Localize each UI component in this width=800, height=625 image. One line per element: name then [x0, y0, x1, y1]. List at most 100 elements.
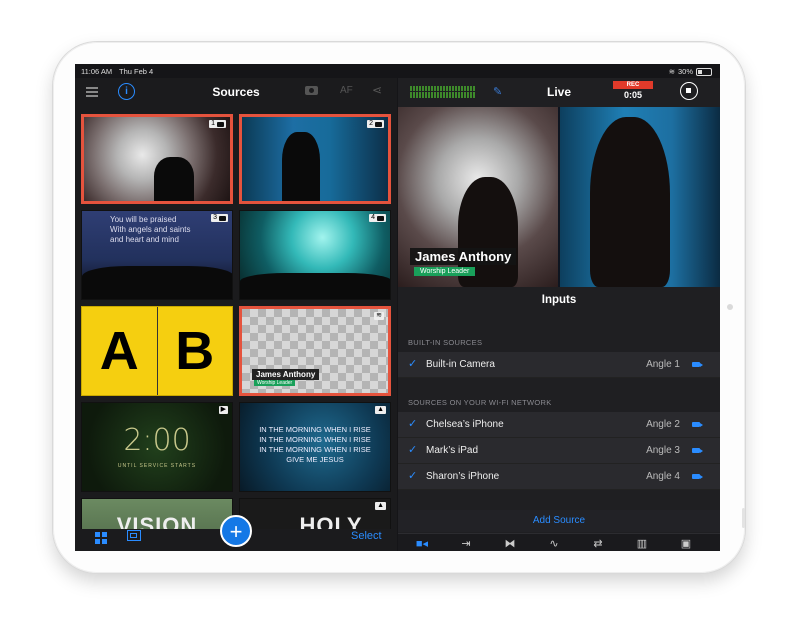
input-angle: Angle 3 [646, 445, 680, 456]
ab-split: A B [82, 307, 232, 395]
share-icon[interactable]: ⋖ [372, 83, 382, 97]
camera-icon[interactable] [305, 86, 318, 95]
inputs-title: Inputs [541, 294, 577, 306]
live-panel: ✎ Live REC 0:05 James Anthony Worship Le… [398, 78, 720, 551]
stop-icon[interactable] [680, 82, 698, 100]
tile-badge: ▶ [218, 406, 228, 414]
guitarist-silhouette [282, 132, 320, 201]
letter-b: B [175, 321, 215, 381]
input-name: Built-in Camera [426, 359, 495, 370]
crowd-silhouette [240, 273, 390, 299]
live-tab-bar: ■◂ ⇥ ⧓ ∿ ⇄ ▥ ▣ [398, 533, 720, 551]
wifi-header: SOURCES ON YOUR WI-FI NETWORK [408, 398, 552, 407]
tile-badge: 3 [211, 214, 228, 222]
switch-camera-icon[interactable]: ⇄ [588, 537, 608, 550]
preview-angle-right [560, 107, 720, 287]
input-angle: Angle 1 [646, 359, 680, 370]
presenter-icon[interactable]: ▣ [676, 537, 696, 550]
source-tile-countdown[interactable]: 2:00 UNTIL SERVICE STARTS ▶ [81, 402, 233, 492]
select-button[interactable]: Select [351, 530, 382, 542]
letter-a: A [99, 321, 139, 381]
video-icon [692, 448, 703, 453]
input-angle: Angle 2 [646, 419, 680, 430]
tile-lyric: You will be praised With angels and sain… [110, 215, 191, 244]
app-screen: 11:06 AM Thu Feb 4 ≋ 30% i Sources AF ⋖ … [75, 64, 720, 551]
input-name: Mark’s iPad [426, 445, 479, 456]
video-icon[interactable]: ■◂ [412, 537, 432, 550]
status-date: Thu Feb 4 [119, 67, 154, 76]
source-tile-4[interactable]: 4 [239, 210, 391, 300]
performer-silhouette [154, 157, 194, 201]
lower-third-subtitle: Worship Leader [254, 380, 296, 386]
input-name: Chelsea’s iPhone [426, 419, 504, 430]
battery-icon [696, 67, 712, 76]
rec-badge: REC [613, 81, 653, 89]
tile-badge: ≋ [374, 312, 384, 320]
check-icon: ✓ [408, 418, 418, 430]
layout-icon[interactable] [127, 530, 141, 541]
stats-icon[interactable]: ▥ [632, 537, 652, 550]
recording-timer: 0:05 [623, 90, 642, 100]
preview-lower-third-subtitle: Worship Leader [414, 267, 476, 276]
tile-badge: ▲ [375, 502, 386, 510]
source-tile-2[interactable]: 2 [239, 114, 391, 204]
input-row-sharon[interactable]: ✓ Sharon’s iPhone Angle 4 [398, 464, 720, 490]
input-row-chelsea[interactable]: ✓ Chelsea’s iPhone Angle 2 [398, 412, 720, 438]
ipad-side-button [742, 508, 745, 528]
live-header: ✎ Live REC 0:05 [398, 78, 720, 106]
status-bar: 11:06 AM Thu Feb 4 ≋ 30% [75, 64, 720, 78]
source-tile-ab[interactable]: A B [81, 306, 233, 396]
layers-icon: ≋ [376, 312, 382, 319]
tile-badge: 4 [369, 214, 386, 222]
image-icon: ▲ [377, 406, 384, 413]
check-icon: ✓ [408, 470, 418, 482]
check-icon: ✓ [408, 444, 418, 456]
audio-icon[interactable]: ∿ [544, 537, 564, 550]
af-button[interactable]: AF [340, 85, 353, 96]
status-time: 11:06 AM [81, 67, 113, 76]
input-row-mark[interactable]: ✓ Mark’s iPad Angle 3 [398, 438, 720, 464]
input-row-built-in-camera[interactable]: ✓ Built-in Camera Angle 1 [398, 352, 720, 378]
add-source-fab[interactable]: + [220, 515, 252, 547]
source-tile-lower-third[interactable]: James Anthony Worship Leader ≋ [239, 306, 391, 396]
image-icon: ▲ [377, 502, 384, 509]
status-right: ≋ 30% [669, 67, 712, 76]
transition-icon[interactable]: ⧓ [500, 537, 520, 550]
video-icon [377, 215, 384, 221]
built-in-header: BUILT-IN SOURCES [408, 338, 483, 347]
video-icon [219, 215, 226, 221]
wifi-icon: ≋ [668, 67, 675, 76]
video-icon [375, 121, 382, 127]
play-icon: ▶ [220, 406, 226, 413]
video-icon [692, 474, 703, 479]
video-icon [692, 422, 703, 427]
video-icon [692, 362, 703, 367]
input-angle: Angle 4 [646, 471, 680, 482]
guitarist-silhouette [590, 117, 670, 287]
add-source-button[interactable]: Add Source [398, 510, 720, 532]
grid-view-icon[interactable] [95, 532, 107, 544]
sources-header: i Sources AF ⋖ [75, 78, 397, 106]
crowd-silhouette [82, 266, 232, 299]
live-title: Live [546, 85, 571, 99]
sources-panel: i Sources AF ⋖ 1 2 You will be praised W… [75, 78, 397, 551]
input-name: Sharon’s iPhone [426, 471, 500, 482]
source-tile-lyrics[interactable]: IN THE MORNING WHEN I RISE IN THE MORNIN… [239, 402, 391, 492]
check-icon: ✓ [408, 358, 418, 370]
ipad-camera [727, 304, 733, 310]
live-preview[interactable]: James Anthony Worship Leader [398, 107, 720, 287]
source-tile-3[interactable]: You will be praised With angels and sain… [81, 210, 233, 300]
tile-badge: 2 [367, 120, 384, 128]
tile-badge: 1 [209, 120, 226, 128]
source-grid: 1 2 You will be praised With angels and … [81, 114, 391, 536]
video-icon [217, 121, 224, 127]
lower-third-name: James Anthony [252, 369, 320, 380]
countdown-clock: 2:00 [123, 423, 191, 458]
tile-badge: ▲ [375, 406, 386, 414]
source-tile-1[interactable]: 1 [81, 114, 233, 204]
tile-lyrics: IN THE MORNING WHEN I RISE IN THE MORNIN… [259, 425, 371, 464]
battery-label: 30% [677, 67, 693, 76]
output-icon[interactable]: ⇥ [456, 537, 476, 550]
preview-lower-third-name: James Anthony [410, 248, 517, 265]
countdown-caption: UNTIL SERVICE STARTS [117, 463, 197, 469]
